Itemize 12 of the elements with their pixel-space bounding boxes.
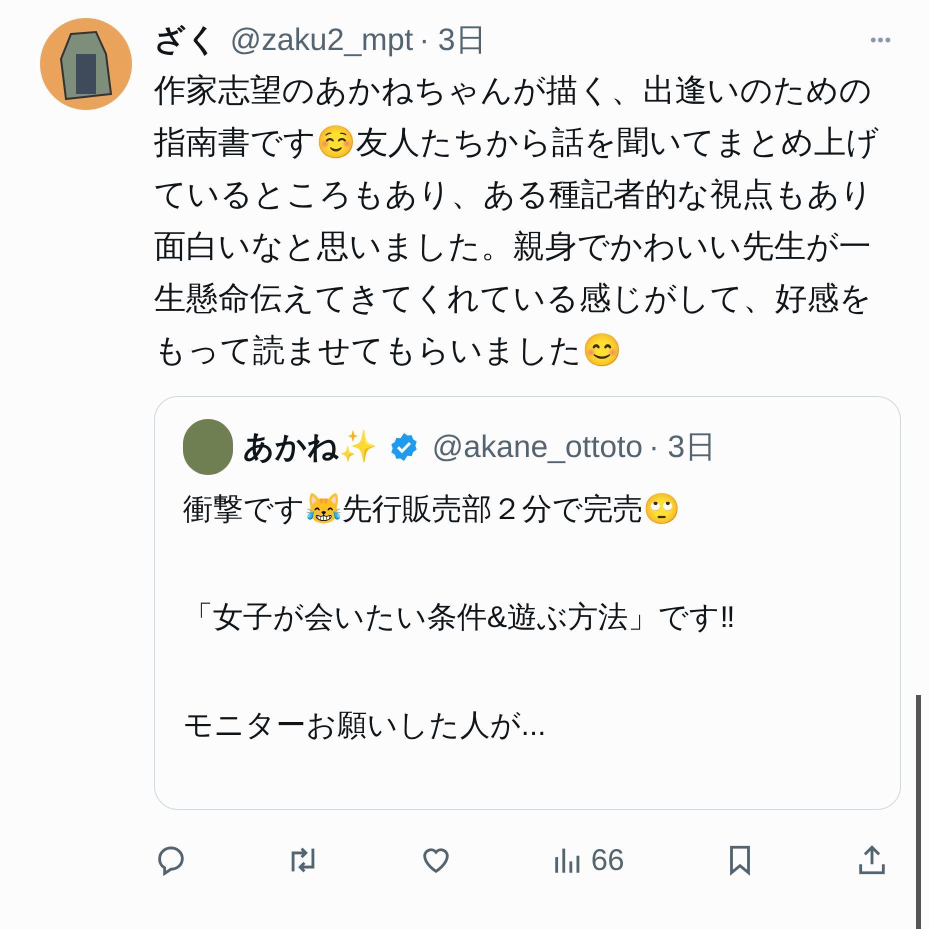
quoted-tweet-text: 衝撃です😹先行販売部２分で完売🙄 「女子が会いたい条件&遊ぶ方法」です‼ モニターお願いした人が...	[183, 492, 736, 744]
author-name: あかね✨	[243, 428, 378, 466]
quoted-tweet-card[interactable]: あかね✨ @akane_ottoto · 3日 衝撃です😹先行販売部２分で完売🙄 「女子が会いたい条件&遊ぶ方法」です‼ モニターお願いした人が...	[154, 396, 901, 810]
scrollbar[interactable]	[916, 695, 921, 929]
views-button[interactable]: 66	[550, 840, 624, 880]
author-name: ざく	[154, 20, 218, 59]
author-handle: @zaku2_mpt	[230, 20, 414, 59]
author-handle: @akane_ottoto	[432, 428, 643, 466]
post-time: · 3日	[648, 428, 716, 466]
tweet-text: 作家志望のあかねちゃんが描く、出逢いのための指南書です☺友人たちから話を聞いてまとめ上げているところもあり、ある種記者的な視点もあり面白いなと思いました。親身でかわいい先生が一生懸命伝えてきてくれている感じがして、好感をもって読ませてもらいました😊	[154, 71, 880, 370]
view-count: 66	[590, 842, 624, 878]
post-time: · 3日	[419, 20, 486, 59]
